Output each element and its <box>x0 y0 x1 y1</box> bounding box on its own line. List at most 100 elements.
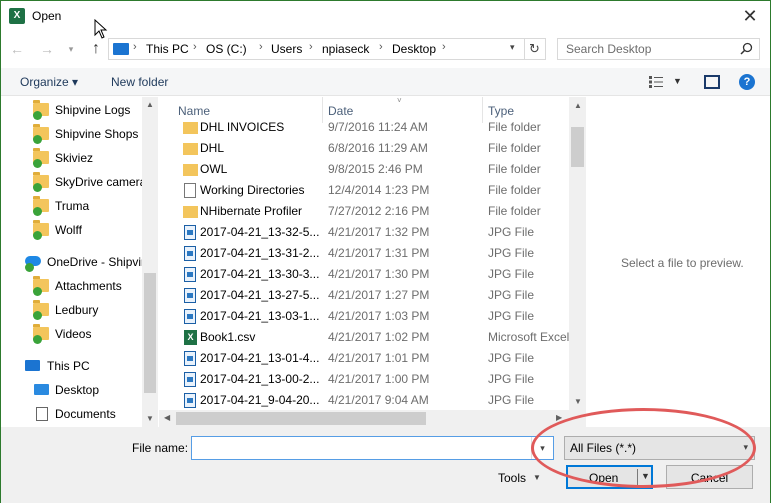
sync-status-icon <box>33 183 42 192</box>
nav-item-skiviez[interactable]: Skiviez <box>1 147 158 169</box>
nav-item-ledbury[interactable]: Ledbury <box>1 299 158 321</box>
file-row[interactable]: 2017-04-21_13-03-1... 4/21/2017 1:03 PM … <box>159 306 569 327</box>
nav-item-shipvine-shops[interactable]: Shipvine Shops <box>1 123 158 145</box>
tools-chevron-icon[interactable]: ▼ <box>533 473 541 482</box>
nav-item-documents[interactable]: Documents <box>1 403 158 425</box>
back-arrow-icon[interactable]: ← <box>9 40 25 58</box>
scrollbar-thumb[interactable] <box>144 273 156 393</box>
file-row[interactable]: 2017-04-21_13-30-3... 4/21/2017 1:30 PM … <box>159 264 569 285</box>
organize-button[interactable]: Organize ▾ <box>20 75 78 89</box>
file-date: 9/8/2015 2:46 PM <box>328 162 423 176</box>
nav-item-truma[interactable]: Truma <box>1 195 158 217</box>
file-row[interactable]: 2017-04-21_13-31-2... 4/21/2017 1:31 PM … <box>159 243 569 264</box>
new-folder-button[interactable]: New folder <box>111 75 168 89</box>
refresh-icon[interactable]: ↻ <box>524 39 544 59</box>
window-title: Open <box>32 9 62 23</box>
address-bar[interactable]: › This PC › OS (C:) › Users › npiaseck ›… <box>108 38 546 60</box>
sync-status-icon <box>33 287 42 296</box>
nav-item-wolff[interactable]: Wolff <box>1 219 158 241</box>
file-name: 2017-04-21_13-00-2... <box>200 372 320 386</box>
file-type: File folder <box>488 204 541 218</box>
nav-item-label: Attachments <box>55 279 122 293</box>
file-name: Working Directories <box>200 183 305 197</box>
navigation-pane: Shipvine Logs Shipvine Shops Skiviez Sky… <box>1 97 158 427</box>
file-name: 2017-04-21_13-31-2... <box>200 246 320 260</box>
file-type: JPG File <box>488 246 535 260</box>
scroll-down-arrow-icon[interactable]: ▼ <box>146 414 154 423</box>
nav-item-desktop[interactable]: Desktop <box>1 379 158 401</box>
open-options-chevron-icon[interactable]: ▼ <box>641 471 650 481</box>
nav-item-videos[interactable]: Videos <box>1 323 158 345</box>
scroll-up-arrow-icon[interactable]: ▲ <box>574 101 582 110</box>
file-type: JPG File <box>488 267 535 281</box>
file-row[interactable]: DHL 6/8/2016 11:29 AM File folder <box>159 138 569 159</box>
file-name: 2017-04-21_9-04-20... <box>200 393 320 407</box>
view-options-icon[interactable] <box>648 75 664 89</box>
file-name: DHL INVOICES <box>200 120 285 134</box>
view-options-chevron-icon[interactable]: ▼ <box>673 76 682 86</box>
file-type-filter-value: All Files (*.*) <box>570 441 637 455</box>
nav-item-shipvine-logs[interactable]: Shipvine Logs <box>1 99 158 121</box>
scroll-up-arrow-icon[interactable]: ▲ <box>146 100 154 109</box>
file-row[interactable]: DHL INVOICES 9/7/2016 11:24 AM File fold… <box>159 117 569 138</box>
file-type: JPG File <box>488 351 535 365</box>
file-row[interactable]: 2017-04-21_9-04-20... 4/21/2017 9:04 AM … <box>159 390 569 411</box>
address-history-chevron-icon[interactable]: ▾ <box>510 42 515 53</box>
scroll-right-arrow-icon[interactable]: ▶ <box>556 413 562 422</box>
scrollbar-thumb[interactable] <box>176 412 426 425</box>
breadcrumb-desktop[interactable]: Desktop <box>392 42 436 56</box>
navigation-pane-scrollbar[interactable]: ▲ ▼ <box>142 97 158 427</box>
breadcrumb-os-c[interactable]: OS (C:) <box>206 42 247 56</box>
column-header-type[interactable]: Type <box>488 104 514 118</box>
recent-locations-chevron-icon[interactable]: ▾ <box>63 40 79 58</box>
file-row[interactable]: 2017-04-21_13-27-5... 4/21/2017 1:27 PM … <box>159 285 569 306</box>
tools-button[interactable]: Tools <box>498 471 526 485</box>
nav-item-attachments[interactable]: Attachments <box>1 275 158 297</box>
column-header-date[interactable]: Date <box>328 104 353 118</box>
file-row[interactable]: OWL 9/8/2015 2:46 PM File folder <box>159 159 569 180</box>
file-row[interactable]: 2017-04-21_13-00-2... 4/21/2017 1:00 PM … <box>159 369 569 390</box>
scroll-down-arrow-icon[interactable]: ▼ <box>574 397 582 406</box>
help-icon[interactable]: ? <box>739 74 755 90</box>
nav-item-label: Wolff <box>55 223 82 237</box>
search-input[interactable]: Search Desktop <box>557 38 760 60</box>
breadcrumb-users[interactable]: Users <box>271 42 302 56</box>
file-name-history-chevron-icon[interactable]: ▾ <box>531 437 553 459</box>
file-row[interactable]: X Book1.csv 4/21/2017 1:02 PM Microsoft … <box>159 327 569 348</box>
sync-status-icon <box>33 135 42 144</box>
file-row[interactable]: 2017-04-21_13-01-4... 4/21/2017 1:01 PM … <box>159 348 569 369</box>
file-row[interactable]: NHibernate Profiler 7/27/2012 2:16 PM Fi… <box>159 201 569 222</box>
preview-pane-icon[interactable] <box>704 75 720 89</box>
scrollbar-thumb[interactable] <box>571 127 584 167</box>
nav-item-label: Shipvine Logs <box>55 103 131 117</box>
preview-pane: Select a file to preview. <box>586 97 770 427</box>
image-file-icon <box>184 288 196 303</box>
file-name-label: File name: <box>132 441 189 455</box>
breadcrumb-npiaseck[interactable]: npiaseck <box>322 42 369 56</box>
open-button[interactable]: Open ▼ <box>566 465 653 489</box>
forward-arrow-icon[interactable]: → <box>39 40 55 58</box>
nav-item-this-pc[interactable]: This PC <box>1 355 158 377</box>
file-list-scrollbar[interactable]: ▲ ▼ <box>569 97 586 427</box>
file-type-filter-select[interactable]: All Files (*.*) ▾ <box>564 436 755 460</box>
file-list-horizontal-scrollbar[interactable]: ◀ ▶ <box>159 410 569 427</box>
file-name-input[interactable]: ▾ <box>191 436 554 460</box>
scroll-left-arrow-icon[interactable]: ◀ <box>164 413 170 422</box>
pc-icon <box>25 360 40 371</box>
command-toolbar: Organize ▾ New folder ▼ ? <box>1 68 770 96</box>
close-icon[interactable]: ✕ <box>738 4 762 28</box>
nav-item-skydrive-camera[interactable]: SkyDrive camera <box>1 171 158 193</box>
cancel-button[interactable]: Cancel <box>666 465 753 489</box>
column-header-name[interactable]: Name <box>178 104 210 118</box>
file-name: 2017-04-21_13-30-3... <box>200 267 320 281</box>
file-row[interactable]: Working Directories 12/4/2014 1:23 PM Fi… <box>159 180 569 201</box>
file-date: 4/21/2017 1:32 PM <box>328 225 430 239</box>
dialog-footer: File name: ▾ All Files (*.*) ▾ Tools ▼ O… <box>1 427 770 503</box>
up-arrow-icon[interactable]: ↑ <box>88 40 104 58</box>
file-row[interactable]: 2017-04-21_13-32-5... 4/21/2017 1:32 PM … <box>159 222 569 243</box>
cancel-button-label: Cancel <box>690 471 729 485</box>
nav-item-onedrive-shipvine[interactable]: OneDrive - Shipvine <box>1 251 158 273</box>
file-name: Book1.csv <box>200 330 256 344</box>
excel-icon: X <box>9 8 25 24</box>
breadcrumb-this-pc[interactable]: This PC <box>146 42 189 56</box>
